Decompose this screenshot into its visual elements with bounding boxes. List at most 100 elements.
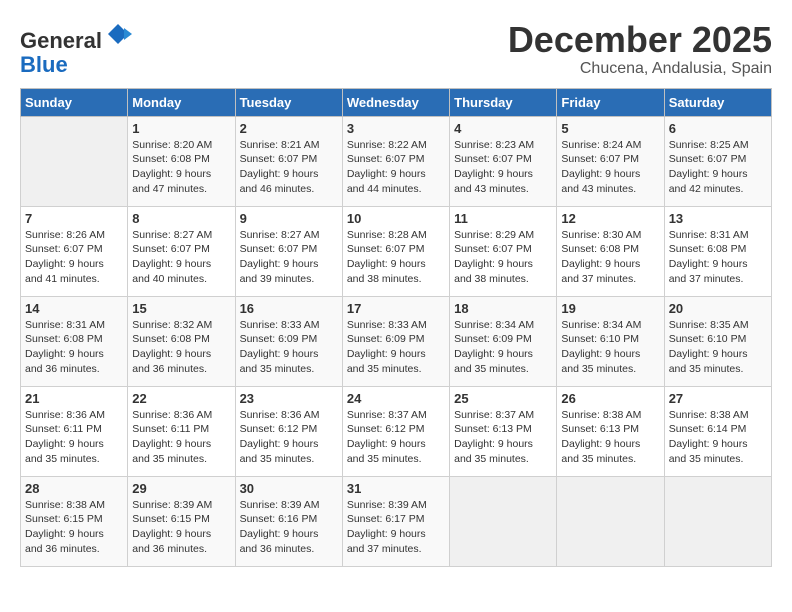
logo-blue: Blue bbox=[20, 52, 68, 77]
day-number: 9 bbox=[240, 211, 338, 226]
day-content: Sunrise: 8:33 AMSunset: 6:09 PMDaylight:… bbox=[240, 318, 338, 377]
logo: General Blue bbox=[20, 20, 132, 77]
logo-general: General bbox=[20, 28, 102, 53]
day-content: Sunrise: 8:24 AMSunset: 6:07 PMDaylight:… bbox=[561, 138, 659, 197]
calendar-cell: 24Sunrise: 8:37 AMSunset: 6:12 PMDayligh… bbox=[342, 386, 449, 476]
weekday-header: Monday bbox=[128, 88, 235, 116]
calendar-week-row: 28Sunrise: 8:38 AMSunset: 6:15 PMDayligh… bbox=[21, 476, 772, 566]
calendar-body: 1 Sunrise: 8:20 AMSunset: 6:08 PMDaylight… bbox=[21, 116, 772, 566]
day-number: 16 bbox=[240, 301, 338, 316]
calendar-cell: 27Sunrise: 8:38 AMSunset: 6:14 PMDayligh… bbox=[664, 386, 771, 476]
day-content: Sunrise: 8:39 AMSunset: 6:17 PMDaylight:… bbox=[347, 498, 445, 557]
calendar-cell: 12Sunrise: 8:30 AMSunset: 6:08 PMDayligh… bbox=[557, 206, 664, 296]
day-number: 8 bbox=[132, 211, 230, 226]
day-number: 4 bbox=[454, 121, 552, 136]
day-number: 24 bbox=[347, 391, 445, 406]
calendar-cell: 6Sunrise: 8:25 AMSunset: 6:07 PMDaylight… bbox=[664, 116, 771, 206]
weekday-header: Friday bbox=[557, 88, 664, 116]
day-content: Sunrise: 8:20 AMSunset: 6:08 PMDaylight:… bbox=[132, 138, 230, 197]
day-content: Sunrise: 8:39 AMSunset: 6:15 PMDaylight:… bbox=[132, 498, 230, 557]
calendar-cell: 13 Sunrise: 8:31 AMSunset: 6:08 PMDayligh… bbox=[664, 206, 771, 296]
day-content: Sunrise: 8:34 AMSunset: 6:09 PMDaylight:… bbox=[454, 318, 552, 377]
day-content: Sunrise: 8:31 AMSunset: 6:08 PMDaylight:… bbox=[669, 228, 767, 287]
calendar-cell: 29 Sunrise: 8:39 AMSunset: 6:15 PMDayligh… bbox=[128, 476, 235, 566]
calendar-cell: 19 Sunrise: 8:34 AMSunset: 6:10 PMDayligh… bbox=[557, 296, 664, 386]
calendar-cell: 15Sunrise: 8:32 AMSunset: 6:08 PMDayligh… bbox=[128, 296, 235, 386]
calendar-cell: 25 Sunrise: 8:37 AMSunset: 6:13 PMDayligh… bbox=[450, 386, 557, 476]
day-content: Sunrise: 8:36 AMSunset: 6:12 PMDaylight:… bbox=[240, 408, 338, 467]
calendar-cell: 28Sunrise: 8:38 AMSunset: 6:15 PMDayligh… bbox=[21, 476, 128, 566]
day-content: Sunrise: 8:35 AMSunset: 6:10 PMDaylight:… bbox=[669, 318, 767, 377]
day-content: Sunrise: 8:38 AMSunset: 6:13 PMDaylight:… bbox=[561, 408, 659, 467]
day-number: 25 bbox=[454, 391, 552, 406]
calendar-cell bbox=[450, 476, 557, 566]
day-content: Sunrise: 8:34 AMSunset: 6:10 PMDaylight:… bbox=[561, 318, 659, 377]
calendar-cell: 9 Sunrise: 8:27 AMSunset: 6:07 PMDaylight… bbox=[235, 206, 342, 296]
logo-icon bbox=[104, 20, 132, 48]
day-number: 23 bbox=[240, 391, 338, 406]
title-block: December 2025 Chucena, Andalusia, Spain bbox=[508, 20, 772, 78]
calendar-cell: 23 Sunrise: 8:36 AMSunset: 6:12 PMDayligh… bbox=[235, 386, 342, 476]
day-content: Sunrise: 8:28 AMSunset: 6:07 PMDaylight:… bbox=[347, 228, 445, 287]
day-number: 3 bbox=[347, 121, 445, 136]
day-content: Sunrise: 8:37 AMSunset: 6:13 PMDaylight:… bbox=[454, 408, 552, 467]
day-number: 29 bbox=[132, 481, 230, 496]
day-content: Sunrise: 8:36 AMSunset: 6:11 PMDaylight:… bbox=[25, 408, 123, 467]
location-title: Chucena, Andalusia, Spain bbox=[508, 60, 772, 78]
calendar-cell: 2Sunrise: 8:21 AMSunset: 6:07 PMDaylight… bbox=[235, 116, 342, 206]
page-header: General Blue December 2025 Chucena, Anda… bbox=[20, 20, 772, 78]
calendar-cell: 11Sunrise: 8:29 AMSunset: 6:07 PMDayligh… bbox=[450, 206, 557, 296]
calendar-cell: 5 Sunrise: 8:24 AMSunset: 6:07 PMDaylight… bbox=[557, 116, 664, 206]
calendar-cell: 21 Sunrise: 8:36 AMSunset: 6:11 PMDayligh… bbox=[21, 386, 128, 476]
calendar-table: SundayMondayTuesdayWednesdayThursdayFrid… bbox=[20, 88, 772, 567]
day-content: Sunrise: 8:27 AMSunset: 6:07 PMDaylight:… bbox=[240, 228, 338, 287]
day-number: 7 bbox=[25, 211, 123, 226]
calendar-cell: 10 Sunrise: 8:28 AMSunset: 6:07 PMDayligh… bbox=[342, 206, 449, 296]
day-content: Sunrise: 8:33 AMSunset: 6:09 PMDaylight:… bbox=[347, 318, 445, 377]
day-content: Sunrise: 8:36 AMSunset: 6:11 PMDaylight:… bbox=[132, 408, 230, 467]
day-content: Sunrise: 8:39 AMSunset: 6:16 PMDaylight:… bbox=[240, 498, 338, 557]
day-number: 19 bbox=[561, 301, 659, 316]
calendar-cell: 14Sunrise: 8:31 AMSunset: 6:08 PMDayligh… bbox=[21, 296, 128, 386]
month-title: December 2025 bbox=[508, 20, 772, 60]
day-content: Sunrise: 8:26 AMSunset: 6:07 PMDaylight:… bbox=[25, 228, 123, 287]
day-number: 31 bbox=[347, 481, 445, 496]
calendar-cell: 3 Sunrise: 8:22 AMSunset: 6:07 PMDaylight… bbox=[342, 116, 449, 206]
day-number: 18 bbox=[454, 301, 552, 316]
day-content: Sunrise: 8:21 AMSunset: 6:07 PMDaylight:… bbox=[240, 138, 338, 197]
day-number: 17 bbox=[347, 301, 445, 316]
day-content: Sunrise: 8:27 AMSunset: 6:07 PMDaylight:… bbox=[132, 228, 230, 287]
day-number: 30 bbox=[240, 481, 338, 496]
day-number: 13 bbox=[669, 211, 767, 226]
day-number: 5 bbox=[561, 121, 659, 136]
weekday-header: Saturday bbox=[664, 88, 771, 116]
day-number: 15 bbox=[132, 301, 230, 316]
day-number: 1 bbox=[132, 121, 230, 136]
weekday-header: Wednesday bbox=[342, 88, 449, 116]
calendar-cell bbox=[664, 476, 771, 566]
weekday-header: Sunday bbox=[21, 88, 128, 116]
calendar-week-row: 21 Sunrise: 8:36 AMSunset: 6:11 PMDayligh… bbox=[21, 386, 772, 476]
calendar-cell: 22Sunrise: 8:36 AMSunset: 6:11 PMDayligh… bbox=[128, 386, 235, 476]
calendar-week-row: 1 Sunrise: 8:20 AMSunset: 6:08 PMDaylight… bbox=[21, 116, 772, 206]
calendar-cell: 7 Sunrise: 8:26 AMSunset: 6:07 PMDaylight… bbox=[21, 206, 128, 296]
calendar-cell: 18 Sunrise: 8:34 AMSunset: 6:09 PMDayligh… bbox=[450, 296, 557, 386]
day-content: Sunrise: 8:22 AMSunset: 6:07 PMDaylight:… bbox=[347, 138, 445, 197]
calendar-cell bbox=[557, 476, 664, 566]
day-number: 10 bbox=[347, 211, 445, 226]
calendar-cell: 31 Sunrise: 8:39 AMSunset: 6:17 PMDayligh… bbox=[342, 476, 449, 566]
calendar-cell: 1 Sunrise: 8:20 AMSunset: 6:08 PMDaylight… bbox=[128, 116, 235, 206]
day-number: 21 bbox=[25, 391, 123, 406]
day-number: 6 bbox=[669, 121, 767, 136]
calendar-week-row: 7 Sunrise: 8:26 AMSunset: 6:07 PMDaylight… bbox=[21, 206, 772, 296]
weekday-header: Tuesday bbox=[235, 88, 342, 116]
calendar-cell: 17 Sunrise: 8:33 AMSunset: 6:09 PMDayligh… bbox=[342, 296, 449, 386]
calendar-cell: 16 Sunrise: 8:33 AMSunset: 6:09 PMDayligh… bbox=[235, 296, 342, 386]
day-number: 27 bbox=[669, 391, 767, 406]
day-number: 20 bbox=[669, 301, 767, 316]
day-content: Sunrise: 8:29 AMSunset: 6:07 PMDaylight:… bbox=[454, 228, 552, 287]
day-number: 14 bbox=[25, 301, 123, 316]
calendar-cell: 4Sunrise: 8:23 AMSunset: 6:07 PMDaylight… bbox=[450, 116, 557, 206]
day-number: 28 bbox=[25, 481, 123, 496]
calendar-cell: 8 Sunrise: 8:27 AMSunset: 6:07 PMDaylight… bbox=[128, 206, 235, 296]
